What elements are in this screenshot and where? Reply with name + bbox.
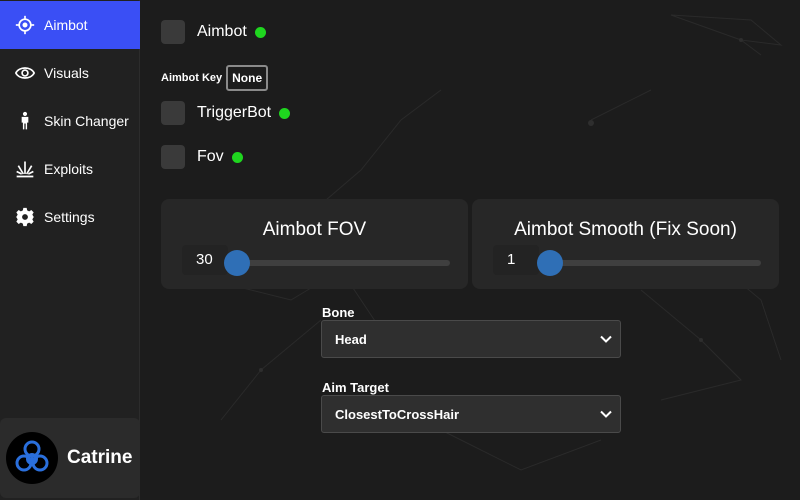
aimbot-fov-slider-thumb[interactable] bbox=[224, 250, 250, 276]
sidebar: Aimbot Visuals Skin Changer Exploits Set… bbox=[0, 0, 140, 500]
chevron-down-icon bbox=[600, 335, 612, 343]
sidebar-item-settings[interactable]: Settings bbox=[0, 193, 140, 241]
profile-name: Catrine bbox=[67, 447, 133, 468]
aimbot-key-label: Aimbot Key bbox=[161, 72, 223, 84]
bone-label: Bone bbox=[322, 305, 355, 320]
crosshair-icon bbox=[14, 14, 36, 36]
eye-icon bbox=[14, 62, 36, 84]
fov-checkbox[interactable] bbox=[161, 145, 185, 169]
aimbot-fov-slider[interactable] bbox=[224, 250, 450, 276]
explosion-icon bbox=[14, 158, 36, 180]
fov-toggle-label: Fov bbox=[197, 148, 224, 165]
aim-target-selected-value: ClosestToCrossHair bbox=[335, 406, 460, 422]
chevron-down-icon bbox=[600, 410, 612, 418]
sidebar-item-label: Visuals bbox=[44, 65, 89, 81]
fov-status-dot bbox=[231, 151, 243, 163]
aimbot-checkbox[interactable] bbox=[161, 20, 185, 44]
triggerbot-checkbox[interactable] bbox=[161, 101, 185, 125]
sidebar-item-label: Skin Changer bbox=[44, 113, 129, 129]
aimbot-smooth-value: 1 bbox=[493, 245, 539, 275]
aimbot-toggle-label: Aimbot bbox=[197, 23, 247, 40]
aim-target-select[interactable]: ClosestToCrossHair bbox=[321, 395, 621, 433]
user-profile: Catrine bbox=[0, 418, 140, 498]
sidebar-item-aimbot[interactable]: Aimbot bbox=[0, 1, 140, 49]
sidebar-item-exploits[interactable]: Exploits bbox=[0, 145, 140, 193]
sidebar-item-label: Exploits bbox=[44, 161, 94, 177]
aimbot-status-dot bbox=[254, 26, 266, 38]
aimbot-key-button[interactable]: None bbox=[226, 65, 269, 91]
avatar bbox=[6, 432, 58, 484]
aimbot-fov-title: Aimbot FOV bbox=[262, 219, 367, 240]
sidebar-item-label: Aimbot bbox=[44, 17, 88, 33]
aimbot-smooth-card: Aimbot Smooth (Fix Soon) 1 bbox=[472, 199, 779, 289]
fov-toggle-row: Fov bbox=[161, 145, 243, 169]
aim-target-label: Aim Target bbox=[322, 380, 389, 395]
triggerbot-status-dot bbox=[279, 107, 291, 119]
aimbot-smooth-slider[interactable] bbox=[537, 250, 761, 276]
aimbot-key-row: Aimbot Key None bbox=[161, 65, 269, 91]
biohazard-icon bbox=[15, 440, 49, 472]
aimbot-smooth-slider-thumb[interactable] bbox=[537, 250, 563, 276]
aimbot-fov-value: 30 bbox=[182, 245, 228, 275]
aimbot-toggle-row: Aimbot bbox=[161, 20, 266, 44]
triggerbot-toggle-row: TriggerBot bbox=[161, 101, 291, 125]
sidebar-item-visuals[interactable]: Visuals bbox=[0, 49, 140, 97]
aimbot-fov-card: Aimbot FOV 30 bbox=[161, 199, 468, 289]
aimbot-smooth-title: Aimbot Smooth (Fix Soon) bbox=[514, 219, 737, 240]
person-icon bbox=[14, 110, 36, 132]
main-panel: Aimbot Aimbot Key None TriggerBot Fov Ai… bbox=[141, 0, 800, 500]
sidebar-item-skin-changer[interactable]: Skin Changer bbox=[0, 97, 140, 145]
bone-select[interactable]: Head bbox=[321, 320, 621, 358]
bone-selected-value: Head bbox=[335, 331, 367, 347]
sidebar-item-label: Settings bbox=[44, 209, 95, 225]
gear-icon bbox=[14, 206, 36, 228]
triggerbot-toggle-label: TriggerBot bbox=[197, 104, 272, 121]
